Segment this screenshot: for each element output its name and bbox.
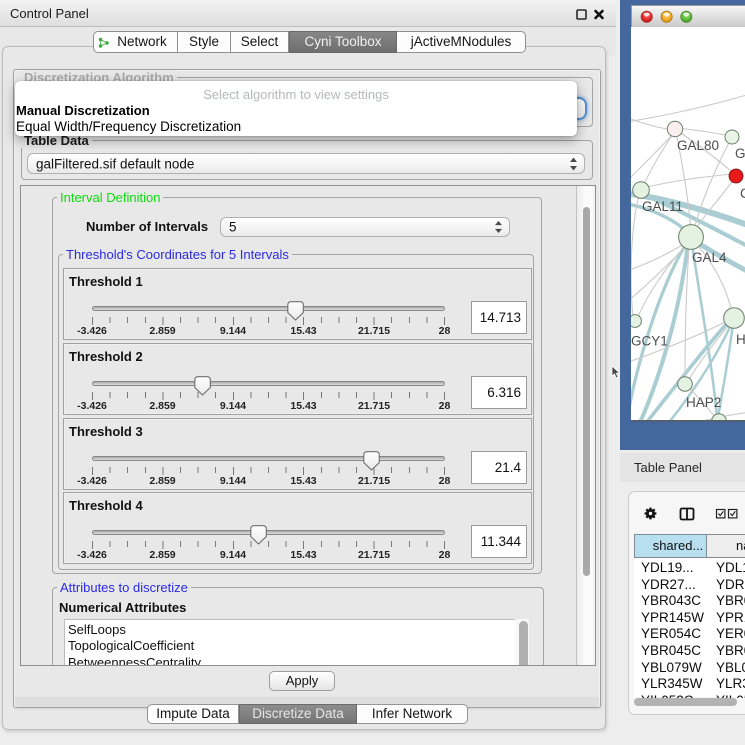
svg-text:GAL11: GAL11 <box>642 199 683 214</box>
svg-text:H: H <box>736 332 745 347</box>
svg-text:HAP2: HAP2 <box>686 395 721 410</box>
svg-text:GCY1: GCY1 <box>631 334 668 349</box>
svg-text:GAL4: GAL4 <box>692 250 727 265</box>
svg-text:GA: GA <box>735 146 745 161</box>
svg-text:GAL80: GAL80 <box>677 138 719 153</box>
svg-text:C: C <box>740 186 745 201</box>
